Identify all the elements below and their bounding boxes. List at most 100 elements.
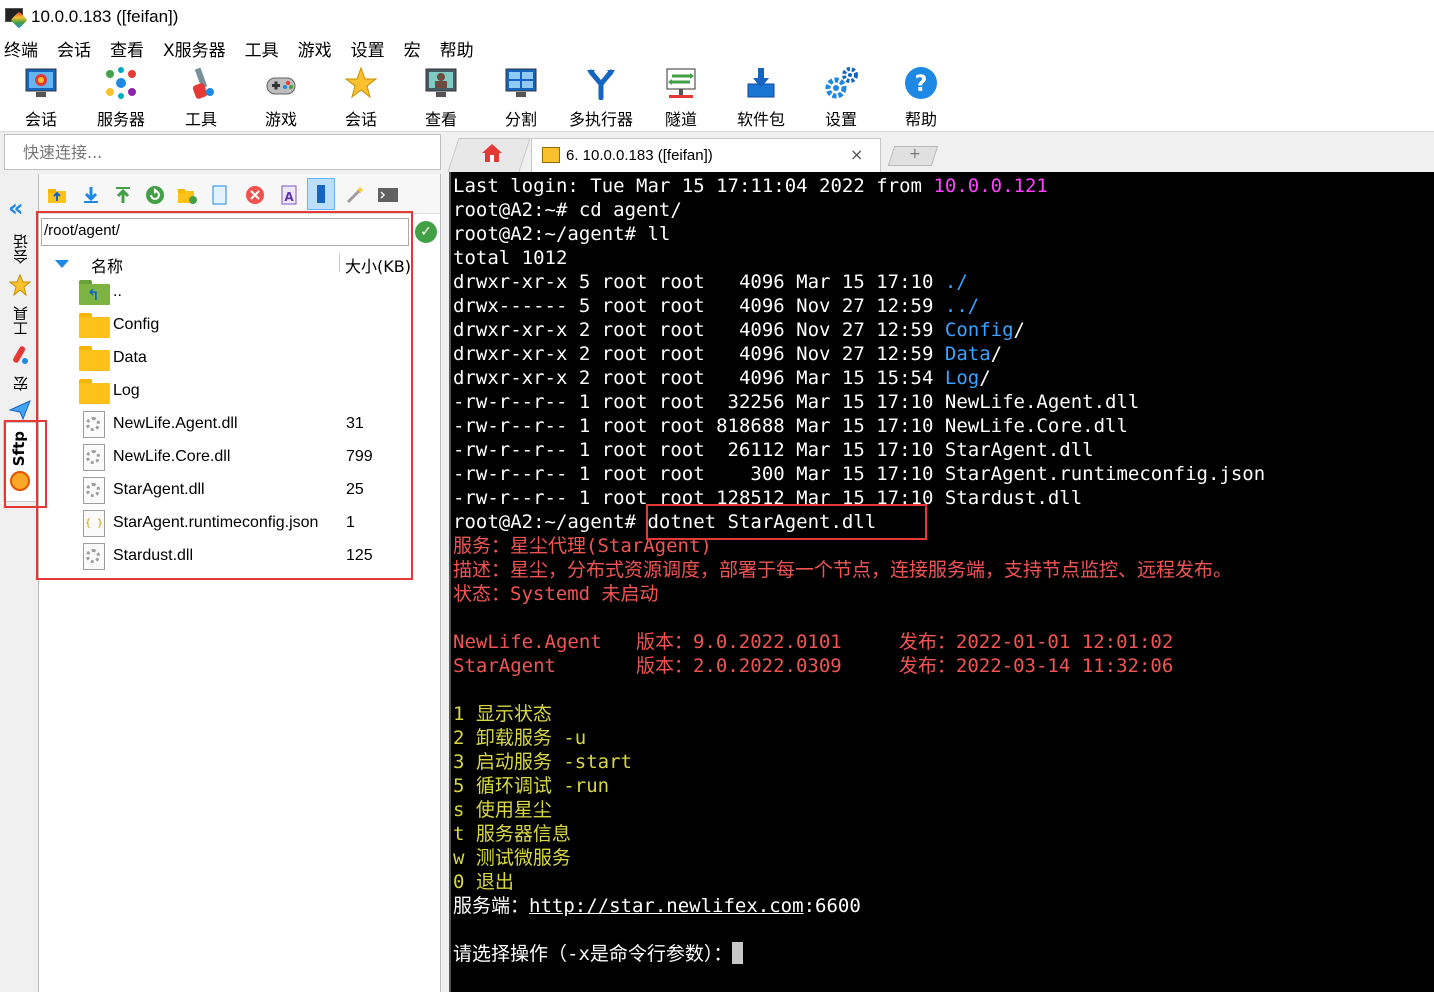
terminal-text-segment: drwxr-xr-x 2 root root 4096 Mar 15 15:54 <box>453 367 945 389</box>
new-folder-icon[interactable] <box>177 185 197 205</box>
terminal-tab-strip: 6. 10.0.0.183 ([feifan]) × + <box>445 134 1434 172</box>
tunnel-icon <box>664 66 698 100</box>
terminal-text-segment: 服务端： <box>453 895 530 917</box>
menu-macros[interactable]: 宏 <box>404 36 421 61</box>
new-file-icon[interactable] <box>209 185 229 205</box>
terminal-line: root@A2:~# cd agent/ <box>453 198 682 222</box>
toolbar-games-button[interactable]: 游戏 <box>246 66 316 130</box>
terminal-text-segment: :6600 <box>803 895 861 917</box>
tab-session-6[interactable]: 6. 10.0.0.183 ([feifan]) × <box>531 138 881 172</box>
package-download-icon <box>744 66 778 100</box>
tools-side-icon <box>10 344 30 370</box>
terminal-line: StarAgent 版本：2.0.2022.0309 发布：2022-03-14… <box>453 654 1173 678</box>
magic-wand-icon[interactable] <box>345 185 365 205</box>
terminal-output[interactable]: Last login: Tue Mar 15 17:11:04 2022 fro… <box>449 172 1434 992</box>
terminal-text-segment: StarAgent 版本：2.0.2022.0309 发布：2022-03-14… <box>453 655 1174 677</box>
toolbar-help-label: 帮助 <box>904 110 937 129</box>
menu-tools[interactable]: 工具 <box>245 36 279 61</box>
collapse-double-chevron-icon[interactable]: « <box>8 194 24 222</box>
toolbar-multiexec-button[interactable]: 多执行器 <box>566 66 636 130</box>
terminal-line: Last login: Tue Mar 15 17:11:04 2022 fro… <box>453 174 1048 198</box>
tools-icon <box>184 66 218 100</box>
terminal-line: t 服务器信息 <box>453 822 571 846</box>
menu-games[interactable]: 游戏 <box>298 36 332 61</box>
side-tab-macros[interactable]: 宏 <box>10 376 31 391</box>
toolbar-session-button[interactable]: 会话 <box>6 66 76 130</box>
star-icon <box>344 66 378 100</box>
path-confirm-check-icon[interactable]: ✓ <box>415 221 437 243</box>
terminal-line: w 测试微服务 <box>453 846 571 870</box>
terminal-text-segment: 请选择操作（-x是命令行参数）： <box>453 943 733 965</box>
terminal-line: total 1012 <box>453 246 567 270</box>
tab-close-icon[interactable]: × <box>850 145 863 164</box>
terminal-text-segment: drwxr-xr-x 5 root root 4096 Mar 15 17:10 <box>453 271 945 293</box>
side-tabs: « 会话 工具 宏 Sftp <box>0 174 38 992</box>
help-question-icon: ? <box>904 66 938 100</box>
terminal-line: 3 启动服务 -start <box>453 750 632 774</box>
gears-icon <box>824 66 858 100</box>
toolbar-packages-button[interactable]: 软件包 <box>726 66 796 130</box>
terminal-text-segment: root@A2:~# cd agent/ <box>453 199 682 221</box>
menu-xserver[interactable]: X服务器 <box>163 36 226 61</box>
toolbar-games-label: 游戏 <box>264 110 297 129</box>
tab-session-label: 6. 10.0.0.183 ([feifan]) <box>566 147 713 164</box>
menu-view[interactable]: 查看 <box>110 36 144 61</box>
terminal-text-segment: drwxr-xr-x 2 root root 4096 Nov 27 12:59 <box>453 319 945 341</box>
terminal-text-segment: Data <box>944 343 991 365</box>
toolbar-view-button[interactable]: 查看 <box>406 66 476 130</box>
menu-help[interactable]: 帮助 <box>440 36 474 61</box>
toolbar-tunnel-button[interactable]: 隧道 <box>646 66 716 130</box>
terminal-line: drwxr-xr-x 5 root root 4096 Mar 15 17:10… <box>453 270 968 294</box>
download-icon[interactable] <box>81 185 101 205</box>
menu-sessions[interactable]: 会话 <box>57 36 91 61</box>
toolbar-settings-button[interactable]: 设置 <box>806 66 876 130</box>
upload-icon[interactable] <box>113 185 133 205</box>
multiexec-fork-icon <box>584 66 618 101</box>
terminal-text-segment: 3 启动服务 -start <box>453 751 632 773</box>
delete-icon[interactable] <box>245 185 265 205</box>
terminal-text-segment: -rw-r--r-- 1 root root 26112 Mar 15 17:1… <box>453 439 1094 461</box>
terminal-line: 5 循环调试 -run <box>453 774 609 798</box>
menu-settings[interactable]: 设置 <box>351 36 385 61</box>
terminal-line: 0 退出 <box>453 870 514 894</box>
terminal-text-segment: Last login: Tue Mar 15 17:11:04 2022 fro… <box>453 175 934 197</box>
refresh-icon[interactable] <box>145 185 165 205</box>
terminal-text-segment: Log <box>944 367 980 389</box>
terminal-text-segment: total 1012 <box>453 247 568 269</box>
terminal-text-segment: w 测试微服务 <box>453 847 571 869</box>
new-tab-plus-icon[interactable]: + <box>909 146 921 162</box>
side-tab-tools[interactable]: 工具 <box>10 306 31 336</box>
quick-connect-input[interactable]: 快速连接... <box>4 134 441 170</box>
toolbar-split-button[interactable]: 分割 <box>486 66 556 130</box>
toolbar-tools-button[interactable]: 工具 <box>166 66 236 130</box>
terminal-text-segment: / <box>1013 319 1025 341</box>
terminal-text-segment: t 服务器信息 <box>453 823 571 845</box>
toolbar-packages-label: 软件包 <box>736 110 785 129</box>
terminal-text-segment: NewLife.Agent 版本：9.0.2022.0101 发布：2022-0… <box>453 631 1174 653</box>
home-icon <box>481 143 503 163</box>
terminal-follow-icon[interactable] <box>377 185 398 205</box>
terminal-text-segment: -rw-r--r-- 1 root root 32256 Mar 15 17:1… <box>453 391 1140 413</box>
parent-folder-icon[interactable] <box>47 185 67 205</box>
terminal-line: -rw-r--r-- 1 root root 32256 Mar 15 17:1… <box>453 390 1139 414</box>
terminal-text-segment: 5 循环调试 -run <box>453 775 610 797</box>
terminal-line: s 使用星尘 <box>453 798 552 822</box>
menu-terminal[interactable]: 终端 <box>4 36 38 61</box>
terminal-line: 2 卸载服务 -u <box>453 726 586 750</box>
mobaxterm-app-icon <box>5 8 28 29</box>
monitor-session-icon <box>24 66 58 100</box>
sftp-toolbar: A <box>39 174 440 214</box>
terminal-cursor <box>732 942 744 964</box>
show-hidden-toggle-icon[interactable] <box>307 178 335 210</box>
terminal-text-segment: 1 显示状态 <box>453 703 552 725</box>
view-monitor-icon <box>424 66 458 100</box>
rename-icon[interactable]: A <box>279 185 299 205</box>
toolbar-help-button[interactable]: ? 帮助 <box>886 66 956 130</box>
side-tab-sessions[interactable]: 会话 <box>10 234 31 264</box>
toolbar-servers-button[interactable]: 服务器 <box>86 66 156 130</box>
terminal-line: 服务端：http://star.newlifex.com:6600 <box>453 894 861 918</box>
terminal-text-segment: -rw-r--r-- 1 root root 818688 Mar 15 17:… <box>453 415 1128 437</box>
terminal-text-segment: ../ <box>944 295 980 317</box>
toolbar-sessions-star-button[interactable]: 会话 <box>326 66 396 130</box>
split-screen-icon <box>504 66 538 100</box>
